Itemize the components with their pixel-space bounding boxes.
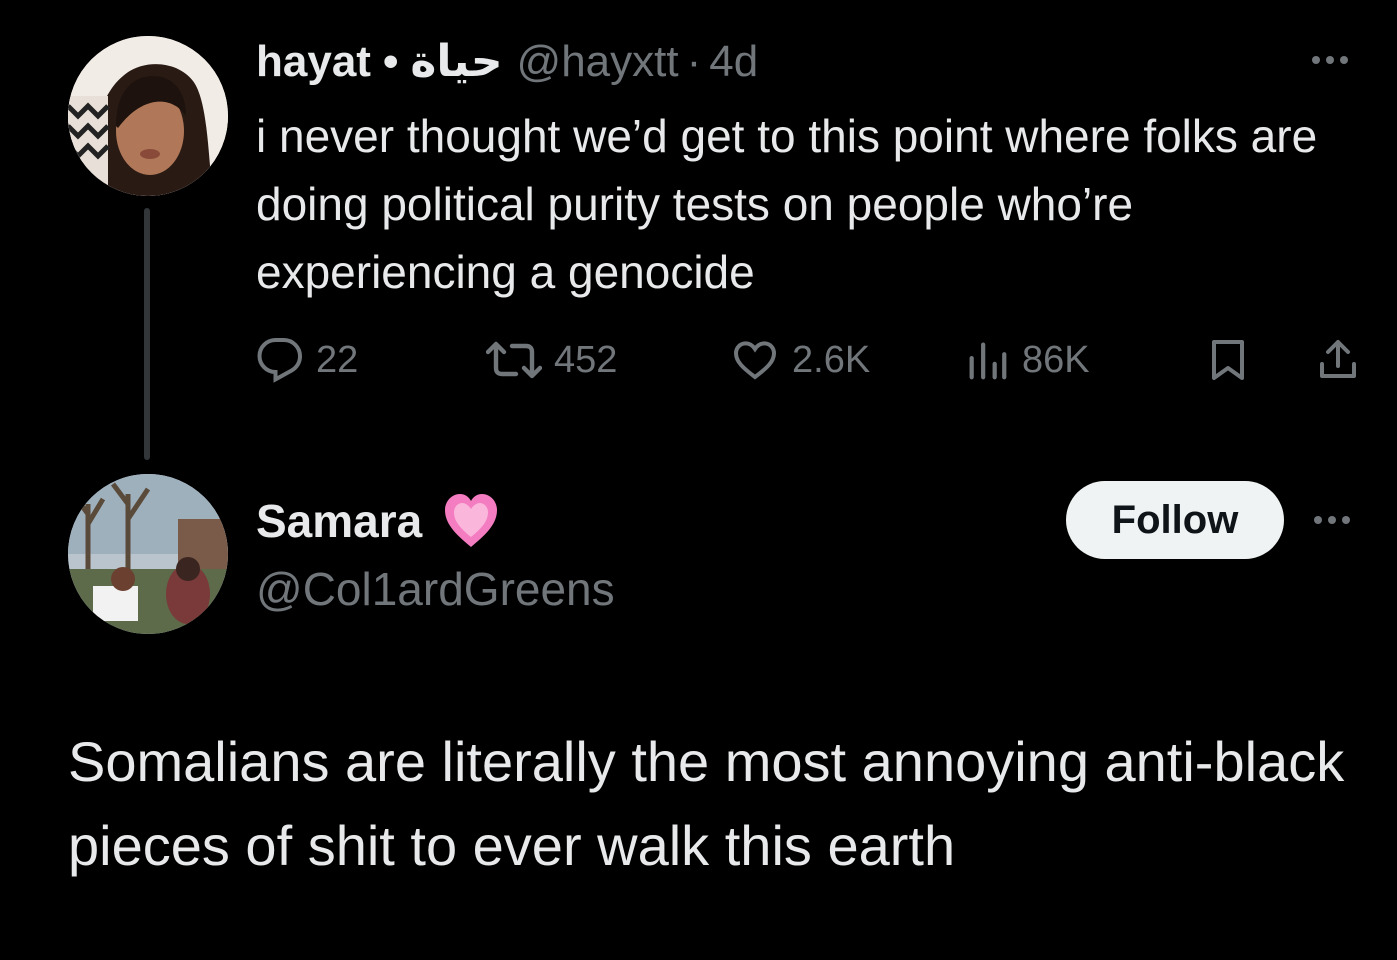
views-count: 86K [1022,338,1090,381]
bookmark-button[interactable] [1204,334,1252,386]
like-count: 2.6K [792,338,871,381]
like-button[interactable]: 2.6K [730,334,870,386]
tweet1-header: hayat • حياة @hayxtt · 4d [256,34,758,90]
tweet1-more-icon[interactable] [1312,56,1348,64]
thread-line [144,208,150,460]
tweet1-display-name[interactable]: hayat [256,34,371,90]
avatar-hayat[interactable] [68,36,228,196]
repost-icon [486,341,542,379]
avatar-hayat-image [68,36,228,196]
tweet2-name-row: Samara [256,490,500,552]
tweet1-action-bar: 22 452 2.6K 86K [256,334,1366,386]
views-icon [969,342,1007,380]
tweet1-name-separator: • [382,37,399,86]
repost-button[interactable]: 452 [486,334,617,386]
tweet1-display-name-arabic[interactable]: حياة [410,34,502,90]
tweet1-text: i never thought we’d get to this point w… [256,110,1318,298]
views-button[interactable]: 86K [964,334,1090,386]
tweet1-handle[interactable]: @hayxtt [517,34,679,90]
pink-heart-icon [445,494,498,547]
tweet1-time-separator: · [686,37,702,86]
share-button[interactable] [1312,334,1364,386]
reply-icon [257,338,303,383]
reply-count: 22 [316,338,359,381]
reply-button[interactable]: 22 [256,334,358,386]
tweet2-text: Somalians are literally the most annoyin… [68,730,1345,877]
like-icon [733,341,777,380]
follow-button[interactable]: Follow [1066,481,1284,559]
avatar-samara[interactable] [68,474,228,634]
bookmark-icon [1212,340,1244,380]
avatar-samara-image [68,474,228,634]
tweet2-more-icon[interactable] [1314,516,1350,524]
share-icon [1320,340,1356,378]
repost-count: 452 [554,338,618,381]
tweet2-display-name[interactable]: Samara [256,494,422,548]
tweet2-handle[interactable]: @Col1ardGreens [256,560,615,618]
tweet1-timestamp[interactable]: 4d [709,34,758,90]
